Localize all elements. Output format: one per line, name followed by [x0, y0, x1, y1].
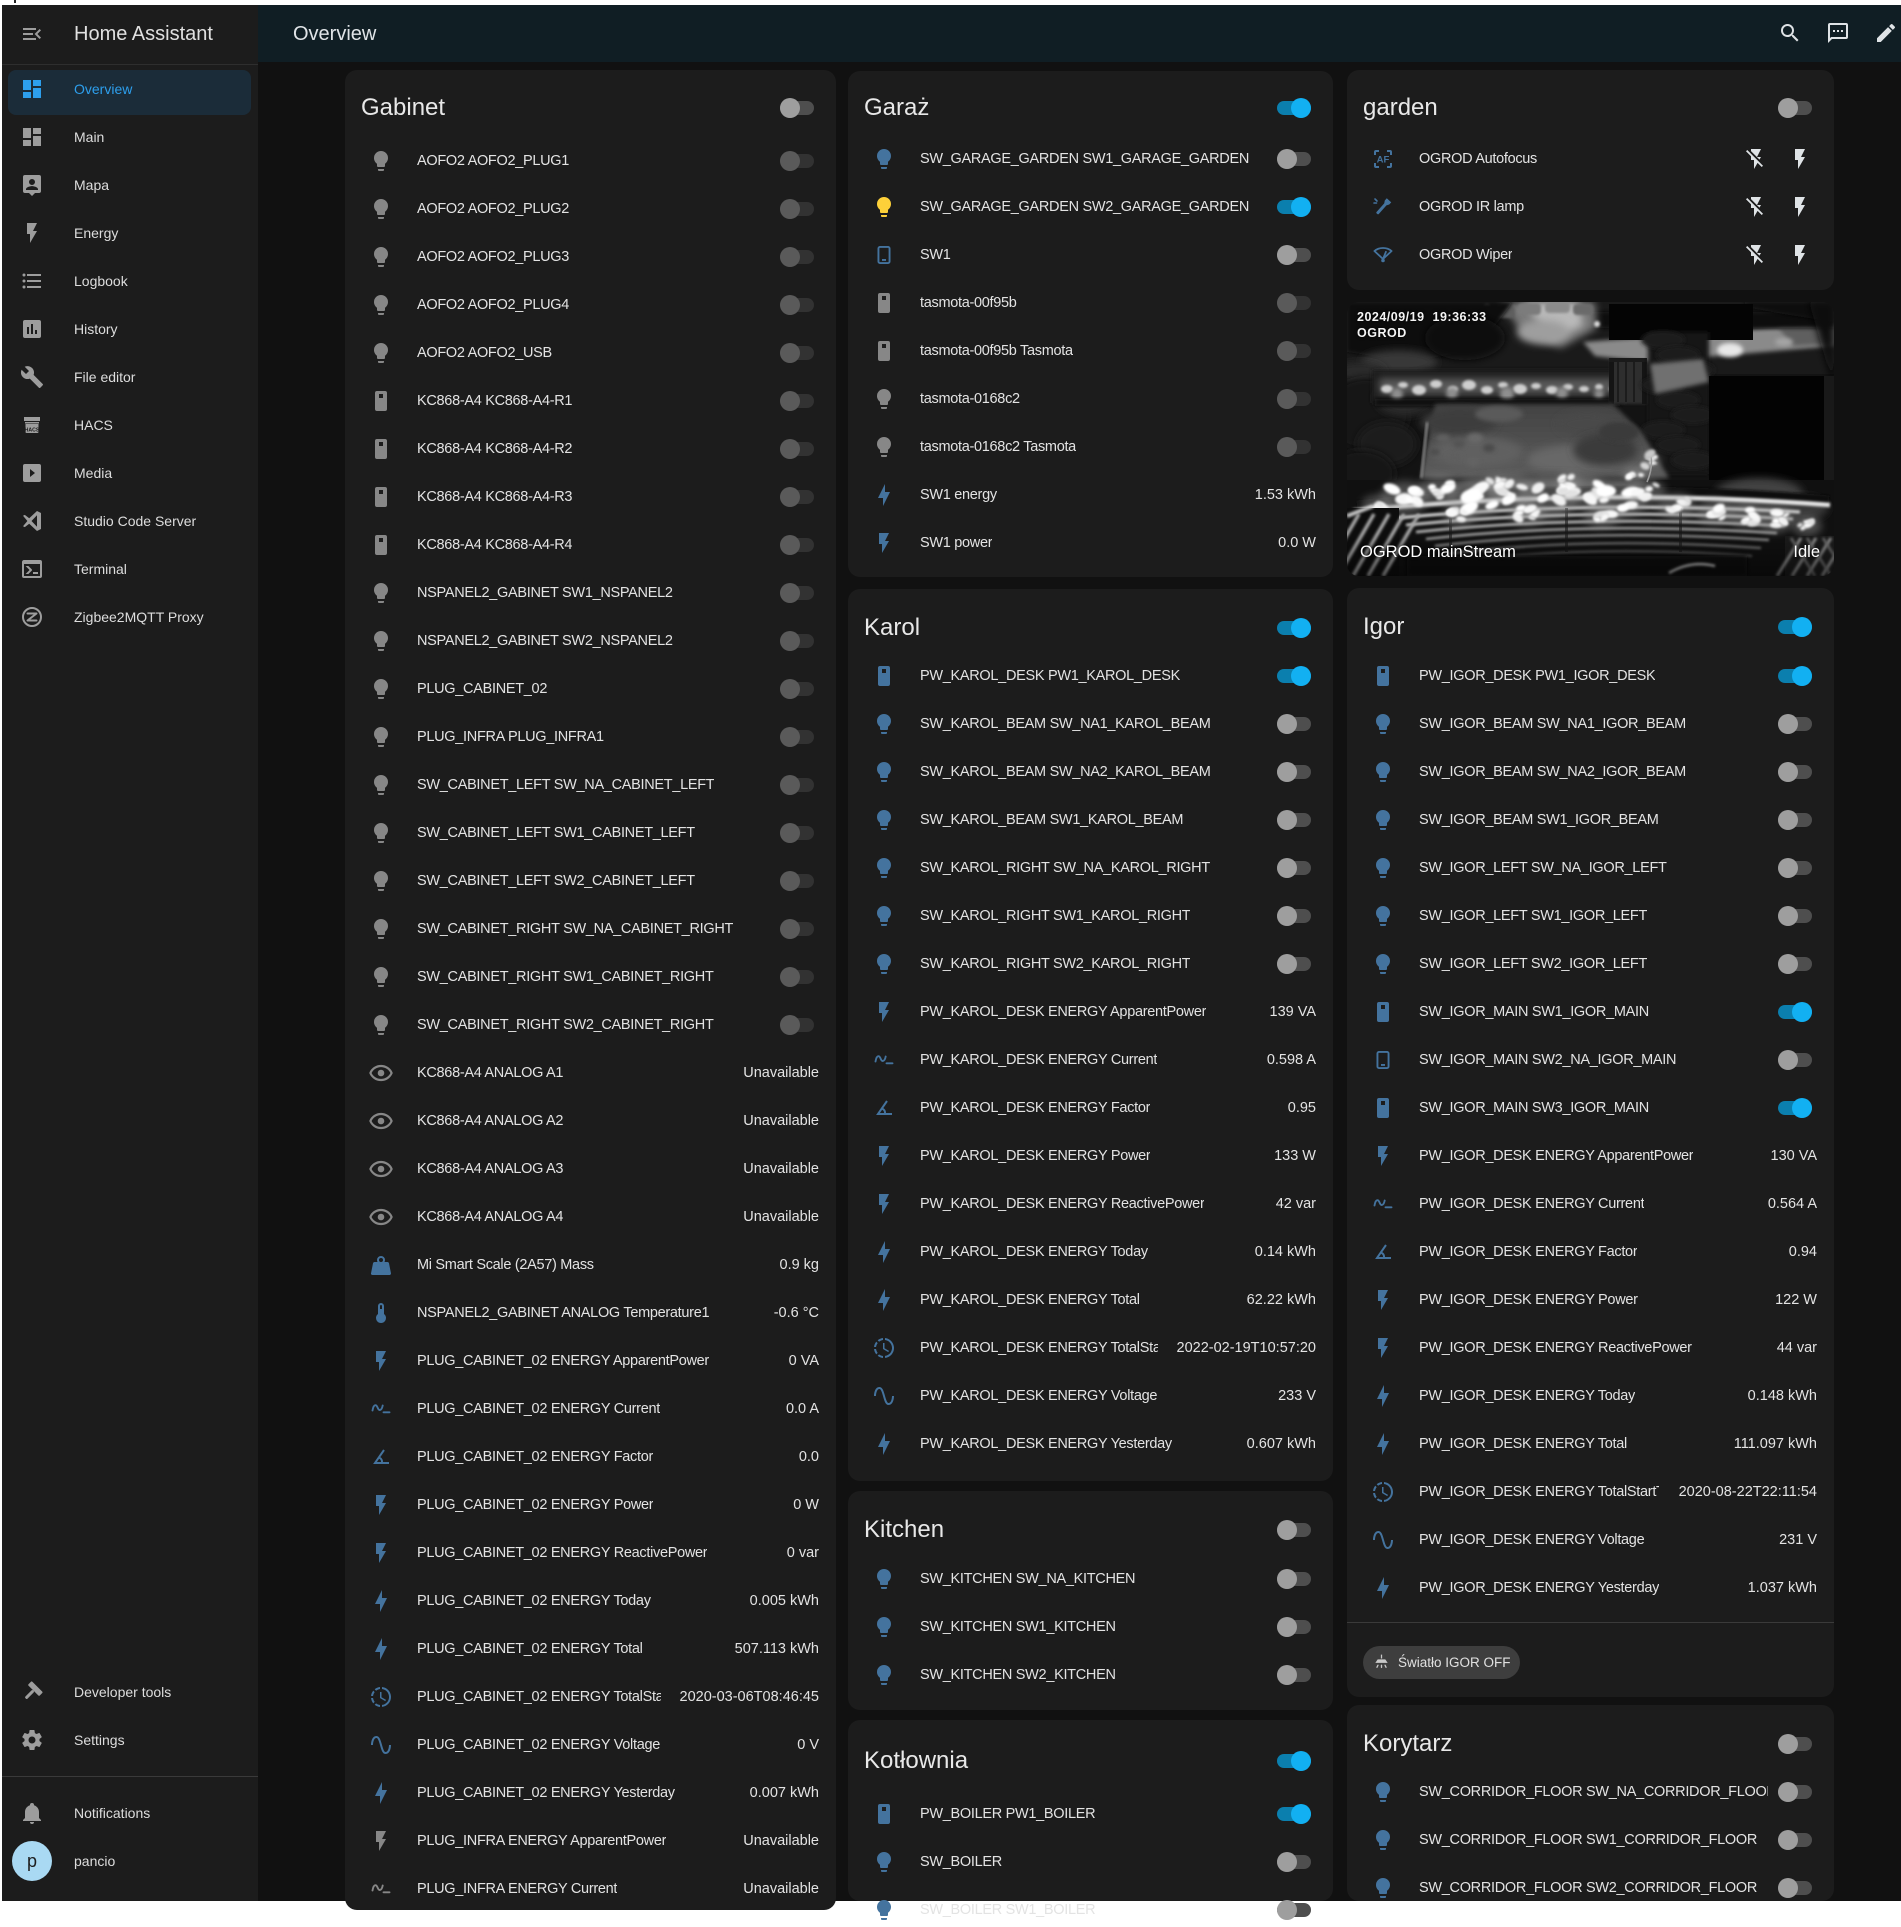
svg-text:HACS: HACS — [25, 427, 40, 433]
svg-text:AF: AF — [1377, 155, 1390, 166]
